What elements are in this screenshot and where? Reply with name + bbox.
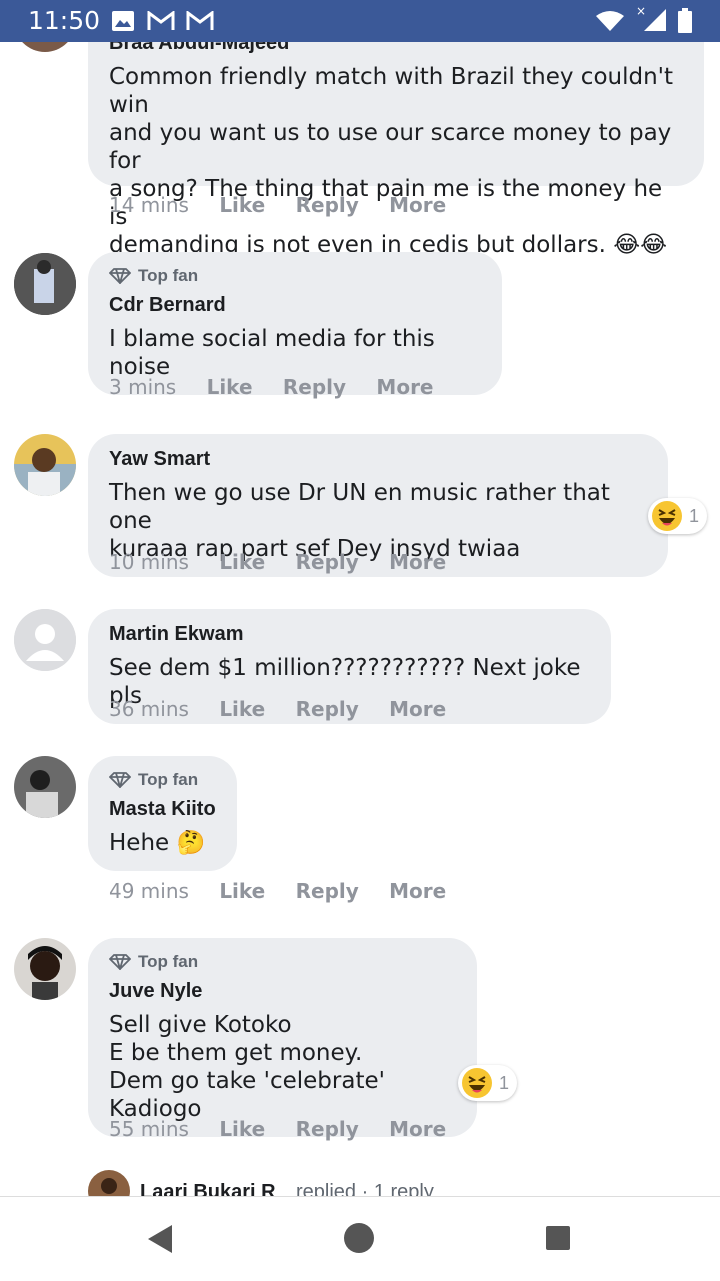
- avatar-photo: [14, 253, 76, 315]
- comment-time: 14 mins: [109, 193, 189, 217]
- avatar-photo: [14, 434, 76, 496]
- like-button[interactable]: Like: [219, 1117, 265, 1141]
- comment-text: I blame social media for this noise: [109, 326, 435, 380]
- haha-emoji-icon: [462, 1068, 492, 1098]
- reply-preview[interactable]: Laari Bukari R replied · 1 reply: [88, 1170, 648, 1196]
- comment-bubble[interactable]: Top fan Masta Kiito Hehe 🤔: [88, 756, 237, 871]
- top-fan-badge: Top fan: [109, 770, 217, 790]
- like-button[interactable]: Like: [219, 550, 265, 574]
- reply-button[interactable]: Reply: [296, 550, 359, 574]
- comment-actions: 14 mins Like Reply More: [109, 193, 470, 217]
- reply-button[interactable]: Reply: [296, 879, 359, 903]
- more-button[interactable]: More: [376, 375, 433, 399]
- diamond-icon: [109, 268, 131, 284]
- avatar: [88, 1170, 130, 1196]
- signal-icon: ×: [636, 4, 666, 31]
- reply-button[interactable]: Reply: [296, 697, 359, 721]
- reply-author[interactable]: Laari Bukari R: [140, 1181, 276, 1196]
- reaction-summary[interactable]: 1: [458, 1065, 518, 1101]
- avatar[interactable]: [14, 434, 76, 496]
- like-button[interactable]: Like: [207, 375, 253, 399]
- comment-author[interactable]: Masta Kiito: [109, 798, 217, 821]
- comment-author[interactable]: Martin Ekwam: [109, 623, 591, 646]
- avatar[interactable]: [14, 938, 76, 1000]
- comment-text: Sell give Kotoko E be them get money. De…: [109, 1012, 385, 1122]
- comment-text: Hehe 🤔: [109, 830, 206, 856]
- more-button[interactable]: More: [389, 697, 446, 721]
- more-button[interactable]: More: [389, 1117, 446, 1141]
- like-button[interactable]: Like: [219, 879, 265, 903]
- comment-time: 10 mins: [109, 550, 189, 574]
- battery-icon: [678, 8, 692, 33]
- top-fan-badge: Top fan: [109, 952, 457, 972]
- more-button[interactable]: More: [389, 879, 446, 903]
- comment-time: 49 mins: [109, 879, 189, 903]
- comment-time: 55 mins: [109, 1117, 189, 1141]
- gmail-icon: [186, 11, 214, 30]
- comment-actions: 10 mins Like Reply More: [109, 550, 470, 574]
- avatar-photo: [14, 938, 76, 1000]
- comment-text: Common friendly match with Brazil they c…: [109, 64, 674, 258]
- comment-author[interactable]: Juve Nyle: [109, 980, 457, 1003]
- more-button[interactable]: More: [389, 550, 446, 574]
- top-fan-badge: Top fan: [109, 266, 482, 286]
- comment-author[interactable]: Cdr Bernard: [109, 294, 482, 317]
- recents-icon[interactable]: [545, 1225, 571, 1251]
- diamond-icon: [109, 772, 131, 788]
- comments-list[interactable]: Braa Abdul-Majeed Common friendly match …: [0, 42, 720, 1196]
- comment-author[interactable]: Braa Abdul-Majeed: [109, 42, 684, 55]
- diamond-icon: [109, 954, 131, 970]
- svg-text:×: ×: [636, 4, 646, 18]
- comment-bubble[interactable]: Braa Abdul-Majeed Common friendly match …: [88, 42, 704, 258]
- navigation-bar: [0, 1196, 720, 1281]
- avatar-photo: [14, 756, 76, 818]
- reply-count[interactable]: replied · 1 reply: [296, 1181, 434, 1196]
- avatar[interactable]: [14, 609, 76, 671]
- comment-bubble[interactable]: Top fan Juve Nyle Sell give Kotoko E be …: [88, 938, 477, 1137]
- comment-actions: 49 mins Like Reply More: [109, 879, 470, 903]
- avatar[interactable]: [14, 42, 76, 52]
- comment-actions: 36 mins Like Reply More: [109, 697, 470, 721]
- like-button[interactable]: Like: [219, 697, 265, 721]
- comment-author[interactable]: Yaw Smart: [109, 448, 648, 471]
- haha-emoji-icon: [652, 501, 682, 531]
- gmail-icon: [147, 11, 175, 30]
- reaction-summary[interactable]: 1: [648, 498, 708, 534]
- comment-actions: 3 mins Like Reply More: [109, 375, 458, 399]
- comment-time: 3 mins: [109, 375, 177, 399]
- reply-button[interactable]: Reply: [283, 375, 346, 399]
- comment-bubble[interactable]: Top fan Cdr Bernard I blame social media…: [88, 252, 502, 395]
- avatar[interactable]: [14, 756, 76, 818]
- reply-button[interactable]: Reply: [296, 1117, 359, 1141]
- avatar[interactable]: [14, 253, 76, 315]
- back-icon[interactable]: [146, 1223, 174, 1255]
- status-time: 11:50: [28, 6, 101, 35]
- wifi-icon: [596, 11, 624, 31]
- status-bar: 11:50 ×: [0, 0, 720, 42]
- reply-button[interactable]: Reply: [296, 193, 359, 217]
- comment-actions: 55 mins Like Reply More: [109, 1117, 470, 1141]
- default-avatar-icon: [14, 609, 76, 671]
- like-button[interactable]: Like: [219, 193, 265, 217]
- home-icon[interactable]: [343, 1222, 375, 1254]
- comment-time: 36 mins: [109, 697, 189, 721]
- gallery-icon: [112, 11, 134, 31]
- more-button[interactable]: More: [389, 193, 446, 217]
